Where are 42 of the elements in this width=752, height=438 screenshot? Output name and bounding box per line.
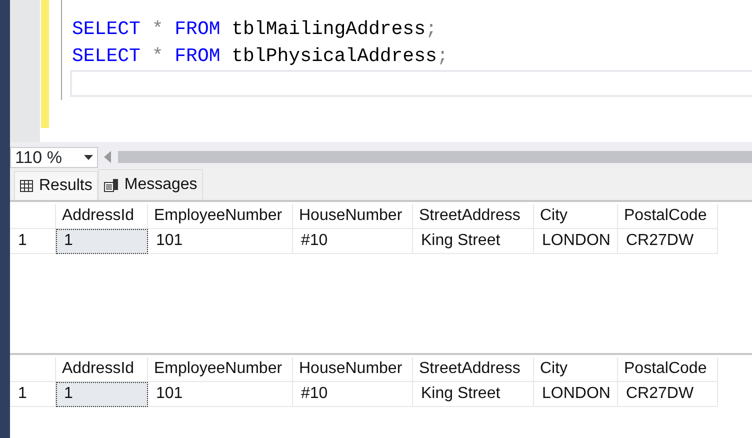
column-header[interactable]: City [534, 204, 618, 229]
scroll-left-icon[interactable] [104, 151, 112, 163]
column-header[interactable]: StreetAddress [413, 204, 534, 229]
column-header[interactable]: PostalCode [618, 204, 718, 229]
dropdown-caret-icon [84, 154, 93, 160]
table-cell[interactable]: 101 [148, 382, 293, 407]
sql-operator: * [152, 45, 164, 67]
tab[interactable]: Messages [98, 169, 204, 200]
column-header[interactable]: HouseNumber [293, 357, 413, 382]
table-cell[interactable]: CR27DW [618, 229, 718, 254]
sql-keyword: FROM [174, 45, 220, 67]
messages-icon [104, 178, 118, 192]
table-cell[interactable]: King Street [413, 229, 534, 254]
table-cell[interactable]: CR27DW [618, 382, 718, 407]
horizontal-scrollbar[interactable] [118, 151, 752, 163]
corner-cell [10, 204, 56, 229]
column-header[interactable]: HouseNumber [293, 204, 413, 229]
table-cell[interactable]: #10 [293, 382, 413, 407]
column-header[interactable]: City [534, 357, 618, 382]
table-name: tblPhysicalAddress [232, 45, 437, 67]
column-header[interactable]: PostalCode [618, 357, 718, 382]
table-cell[interactable]: King Street [413, 382, 534, 407]
column-header[interactable]: EmployeeNumber [148, 357, 293, 382]
sql-operator: ; [426, 18, 437, 40]
table-cell[interactable]: LONDON [534, 229, 618, 254]
table-name: tblMailingAddress [232, 18, 426, 40]
column-header[interactable]: StreetAddress [413, 357, 534, 382]
column-header[interactable]: EmployeeNumber [148, 204, 293, 229]
tab[interactable]: Results [14, 171, 98, 200]
table-cell[interactable]: 1 [56, 229, 148, 254]
table-cell[interactable]: 101 [148, 229, 293, 254]
sql-keyword: SELECT [72, 18, 140, 40]
table-cell[interactable]: #10 [293, 229, 413, 254]
table-cell[interactable]: 1 [56, 382, 148, 407]
sql-operator: * [152, 18, 164, 40]
sql-operator: ; [436, 45, 448, 67]
table-cell[interactable]: LONDON [534, 382, 618, 407]
zoom-dropdown[interactable]: 110 % [10, 146, 98, 168]
corner-cell [10, 357, 56, 382]
sql-keyword: FROM [174, 18, 220, 40]
sql-keyword: SELECT [72, 45, 140, 67]
grid-icon [20, 180, 33, 192]
